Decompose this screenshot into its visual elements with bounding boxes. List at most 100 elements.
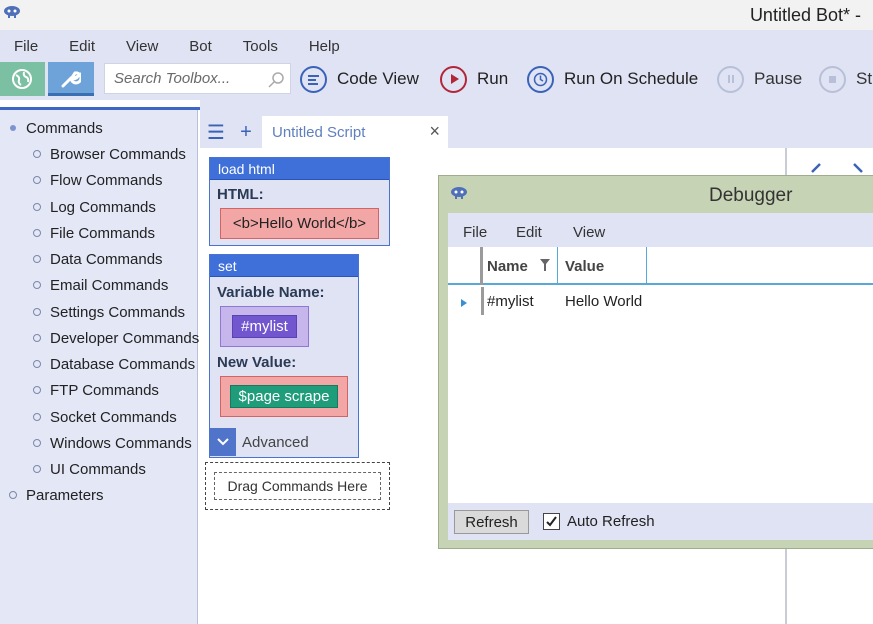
search-icon[interactable]: [267, 71, 285, 89]
run-icon: [440, 65, 467, 93]
tree-bullet-icon: [33, 229, 41, 237]
value-chip[interactable]: $page scrape: [229, 385, 339, 408]
debugger-menu-bar: File Edit View: [448, 213, 873, 247]
tree-item-parameters[interactable]: Parameters: [26, 487, 104, 504]
wrench-icon: [61, 71, 81, 88]
debugger-title: Debugger: [709, 185, 793, 206]
variable-chip[interactable]: #mylist: [232, 315, 297, 338]
drop-zone-label: Drag Commands Here: [214, 472, 381, 500]
auto-refresh-checkbox[interactable]: [543, 513, 560, 530]
tree-bullet-icon: [9, 491, 17, 499]
top-band: File Edit View Bot Tools Help Search Too…: [0, 30, 873, 100]
close-tab-icon[interactable]: ×: [429, 121, 440, 142]
drop-zone[interactable]: Drag Commands Here: [205, 462, 390, 510]
debugger-footer: Refresh Auto Refresh: [448, 503, 873, 540]
column-divider: [646, 247, 647, 285]
debugger-menu-file[interactable]: File: [463, 224, 487, 241]
tools-toolbox-button[interactable]: [48, 62, 94, 96]
column-header-name[interactable]: Name: [487, 258, 528, 275]
tab-label: Untitled Script: [272, 124, 366, 141]
sidebar-accent-line: [0, 107, 200, 110]
menu-file[interactable]: File: [0, 38, 38, 60]
new-value-field[interactable]: $page scrape: [220, 376, 348, 417]
tab-untitled-script[interactable]: Untitled Script ×: [262, 116, 448, 148]
grid-row-header-divider: [480, 247, 483, 285]
run-label: Run: [477, 69, 509, 88]
tree-item-email-commands[interactable]: Email Commands: [50, 277, 168, 294]
web-toolbox-button[interactable]: [0, 62, 45, 96]
run-on-schedule-button[interactable]: Run On Schedule: [527, 62, 698, 96]
html-field-label: HTML:: [217, 186, 264, 203]
menu-help[interactable]: Help: [294, 38, 340, 60]
search-input[interactable]: [105, 64, 255, 93]
auto-refresh-label: Auto Refresh: [567, 513, 655, 530]
tree-item-commands[interactable]: Commands: [26, 120, 103, 137]
debugger-app-icon: [450, 186, 468, 203]
hamburger-icon: ☰: [207, 121, 225, 144]
tree-bullet-icon: [33, 255, 41, 263]
run-on-schedule-label: Run On Schedule: [564, 69, 699, 88]
code-view-label: Code View: [337, 69, 419, 88]
tree-item-socket-commands[interactable]: Socket Commands: [50, 409, 177, 426]
schedule-icon: [527, 65, 554, 93]
tree-item-browser-commands[interactable]: Browser Commands: [50, 146, 186, 163]
tree-bullet-icon: [33, 176, 41, 184]
debugger-window[interactable]: Debugger File Edit View Name Value #myli…: [438, 175, 873, 549]
variable-name-field[interactable]: #mylist: [220, 306, 309, 347]
globe-icon: [12, 69, 32, 89]
tree-bullet-icon: [33, 360, 41, 368]
tree-item-log-commands[interactable]: Log Commands: [50, 199, 156, 216]
column-header-value[interactable]: Value: [565, 258, 604, 275]
script-menu-button[interactable]: ☰: [202, 118, 230, 146]
tree-item-flow-commands[interactable]: Flow Commands: [50, 172, 163, 189]
pause-button[interactable]: Pause: [717, 62, 802, 96]
tree-item-data-commands[interactable]: Data Commands: [50, 251, 163, 268]
expand-row-icon[interactable]: [461, 299, 467, 307]
plus-icon: +: [240, 120, 252, 143]
add-script-button[interactable]: +: [232, 118, 260, 146]
row-name-cell: #mylist: [487, 293, 534, 310]
block-title: set: [210, 255, 358, 277]
debugger-menu-view[interactable]: View: [573, 224, 605, 241]
tree-bullet-icon: [33, 308, 41, 316]
run-button[interactable]: Run: [440, 62, 508, 96]
debugger-body: File Edit View Name Value #mylist Hello …: [448, 213, 873, 540]
tree-item-ui-commands[interactable]: UI Commands: [50, 461, 146, 478]
tree-item-windows-commands[interactable]: Windows Commands: [50, 435, 192, 452]
menu-view[interactable]: View: [111, 38, 158, 60]
tree-item-database-commands[interactable]: Database Commands: [50, 356, 195, 373]
window-title: Untitled Bot* -: [749, 5, 861, 25]
row-value-cell: Hello World: [565, 293, 643, 310]
menu-edit[interactable]: Edit: [54, 38, 95, 60]
html-value-field[interactable]: <b>Hello World</b>: [220, 208, 379, 239]
stop-button[interactable]: St: [819, 62, 872, 96]
checkmark-icon: [546, 516, 557, 527]
tree-item-developer-commands[interactable]: Developer Commands: [50, 330, 199, 347]
menu-bot[interactable]: Bot: [174, 38, 212, 60]
advanced-label[interactable]: Advanced: [242, 434, 309, 451]
tree-bullet-icon: [33, 281, 41, 289]
row-marker: [481, 287, 484, 315]
pause-icon: [717, 65, 744, 93]
filter-icon[interactable]: [540, 259, 550, 271]
stop-label: St: [856, 69, 873, 88]
code-view-button[interactable]: Code View: [300, 62, 419, 96]
tree-bullet-icon: [10, 125, 16, 131]
block-title: load html: [210, 158, 389, 180]
refresh-button[interactable]: Refresh: [454, 510, 529, 534]
menu-tools[interactable]: Tools: [228, 38, 278, 60]
advanced-toggle-button[interactable]: [210, 428, 236, 456]
pause-label: Pause: [754, 69, 803, 88]
app-logo-icon: [3, 5, 21, 19]
tree-bullet-icon: [33, 413, 41, 421]
variable-name-label: Variable Name:: [217, 284, 325, 301]
toolbar: Code View Run Run On Schedule Pause St: [0, 62, 873, 96]
search-toolbox: [104, 63, 291, 94]
tree-item-settings-commands[interactable]: Settings Commands: [50, 304, 185, 321]
debugger-menu-edit[interactable]: Edit: [516, 224, 542, 241]
menu-bar: File Edit View Bot Tools Help: [0, 38, 356, 60]
tree-item-ftp-commands[interactable]: FTP Commands: [50, 382, 159, 399]
load-html-block[interactable]: load html HTML: <b>Hello World</b>: [209, 157, 390, 246]
title-bar: Untitled Bot* -: [0, 0, 873, 30]
tree-item-file-commands[interactable]: File Commands: [50, 225, 155, 242]
